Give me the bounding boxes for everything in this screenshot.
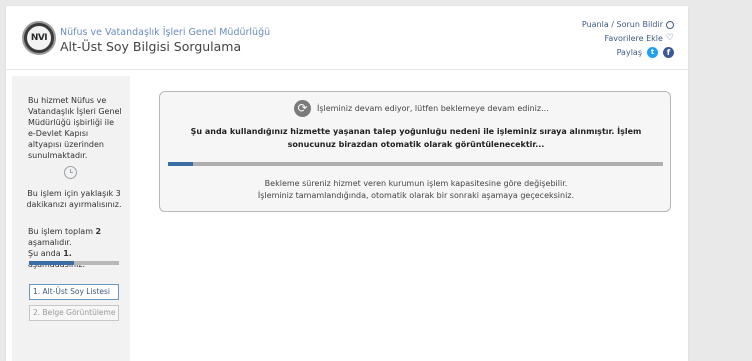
header: NVI Nüfus ve Vatandaşlık İşleri Genel Mü… — [6, 6, 688, 70]
clock-icon — [64, 166, 77, 179]
rate-link-label: Puanla / Sorun Bildir — [581, 20, 663, 29]
share-label: Paylaş — [616, 48, 642, 57]
page-title: Alt-Üst Soy Bilgisi Sorgulama — [60, 39, 242, 54]
step-info-text: Bu işlem toplam — [28, 227, 96, 236]
org-name[interactable]: Nüfus ve Vatandaşlık İşleri Genel Müdürl… — [60, 27, 270, 38]
page-frame: NVI Nüfus ve Vatandaşlık İşleri Genel Mü… — [6, 6, 688, 361]
waiting-panel: İşleminiz devam ediyor, lütfen beklemeye… — [159, 91, 671, 212]
logo-text: NVI — [27, 26, 51, 50]
step-info-text: Şu anda — [28, 249, 64, 258]
time-estimate: Bu işlem için yaklaşık 3 dakikanızı ayır… — [26, 189, 122, 209]
step-current: 1. — [63, 249, 72, 258]
heart-icon: ♡ — [665, 33, 674, 43]
twitter-icon[interactable]: t — [647, 47, 658, 58]
wait-info-line-2: İşleminiz tamamlandığında, otomatik olar… — [257, 191, 575, 200]
wait-progress-bar — [168, 162, 663, 166]
facebook-icon[interactable]: f — [663, 47, 674, 58]
refresh-spinner-icon — [294, 100, 311, 117]
wait-info: Bekleme süreniz hizmet veren kurumun işl… — [180, 178, 652, 202]
wait-info-line-1: Bekleme süreniz hizmet veren kurumun işl… — [264, 179, 568, 188]
step-progress-bar — [29, 261, 119, 265]
favorites-link-label: Favorilere Ekle — [604, 34, 663, 43]
service-description: Bu hizmet Nüfus ve Vatandaşlık İşleri Ge… — [28, 96, 122, 160]
share-row: Paylaş t f — [582, 46, 674, 59]
nvi-logo[interactable]: NVI — [22, 21, 56, 55]
rate-link[interactable]: Puanla / Sorun Bildir — [582, 18, 674, 31]
step-progress-fill — [29, 261, 74, 265]
step-1-alt-ust-soy-listesi[interactable]: 1. Alt-Üst Soy Listesi — [29, 284, 119, 300]
sidebar: Bu hizmet Nüfus ve Vatandaşlık İşleri Ge… — [12, 76, 130, 361]
favorites-link[interactable]: Favorilere Ekle ♡ — [582, 32, 674, 45]
step-2-belge-goruntuleme: 2. Belge Görüntüleme — [29, 305, 119, 321]
status-message: İşleminiz devam ediyor, lütfen beklemeye… — [317, 104, 549, 113]
smile-icon — [666, 20, 674, 29]
step-info-text: aşamalıdır. — [28, 238, 72, 247]
queue-message: Şu anda kullandığınız hizmette yaşanan t… — [190, 127, 642, 149]
step-total: 2 — [95, 227, 102, 236]
header-links: Puanla / Sorun Bildir Favorilere Ekle ♡ … — [582, 18, 674, 60]
wait-progress-fill — [168, 162, 193, 166]
